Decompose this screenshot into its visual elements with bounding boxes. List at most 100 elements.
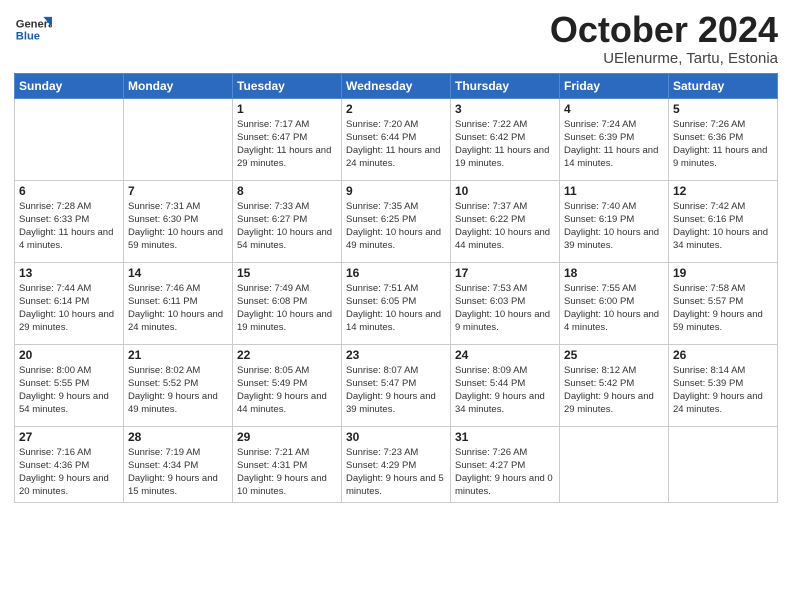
day-info: Sunrise: 7:53 AMSunset: 6:03 PMDaylight:…	[455, 282, 555, 335]
day-info: Sunrise: 7:16 AMSunset: 4:36 PMDaylight:…	[19, 446, 119, 499]
calendar-cell: 9 Sunrise: 7:35 AMSunset: 6:25 PMDaylight…	[342, 180, 451, 262]
day-info: Sunrise: 7:22 AMSunset: 6:42 PMDaylight:…	[455, 118, 555, 171]
day-number: 19	[673, 266, 773, 280]
day-number: 7	[128, 184, 228, 198]
day-number: 1	[237, 102, 337, 116]
day-info: Sunrise: 7:42 AMSunset: 6:16 PMDaylight:…	[673, 200, 773, 253]
weekday-header: Tuesday	[233, 73, 342, 98]
day-info: Sunrise: 7:46 AMSunset: 6:11 PMDaylight:…	[128, 282, 228, 335]
day-number: 29	[237, 430, 337, 444]
calendar-cell: 6 Sunrise: 7:28 AMSunset: 6:33 PMDaylight…	[15, 180, 124, 262]
calendar-cell: 22 Sunrise: 8:05 AMSunset: 5:49 PMDayligh…	[233, 344, 342, 426]
day-info: Sunrise: 7:37 AMSunset: 6:22 PMDaylight:…	[455, 200, 555, 253]
day-info: Sunrise: 7:31 AMSunset: 6:30 PMDaylight:…	[128, 200, 228, 253]
calendar-cell: 14 Sunrise: 7:46 AMSunset: 6:11 PMDayligh…	[124, 262, 233, 344]
day-number: 10	[455, 184, 555, 198]
calendar-cell: 8 Sunrise: 7:33 AMSunset: 6:27 PMDaylight…	[233, 180, 342, 262]
weekday-header: Thursday	[451, 73, 560, 98]
day-info: Sunrise: 8:02 AMSunset: 5:52 PMDaylight:…	[128, 364, 228, 417]
calendar-cell: 29 Sunrise: 7:21 AMSunset: 4:31 PMDayligh…	[233, 426, 342, 502]
calendar-cell: 2Sunrise: 7:20 AMSunset: 6:44 PMDaylight…	[342, 98, 451, 180]
weekday-header: Monday	[124, 73, 233, 98]
weekday-header: Saturday	[669, 73, 778, 98]
week-row: 20 Sunrise: 8:00 AMSunset: 5:55 PMDayligh…	[15, 344, 778, 426]
day-info: Sunrise: 7:49 AMSunset: 6:08 PMDaylight:…	[237, 282, 337, 335]
day-info: Sunrise: 7:58 AMSunset: 5:57 PMDaylight:…	[673, 282, 773, 335]
weekday-header: Friday	[560, 73, 669, 98]
title-block: October 2024 UElenurme, Tartu, Estonia	[550, 10, 778, 67]
day-number: 4	[564, 102, 664, 116]
calendar-cell: 19 Sunrise: 7:58 AMSunset: 5:57 PMDayligh…	[669, 262, 778, 344]
day-number: 27	[19, 430, 119, 444]
calendar-cell: 17 Sunrise: 7:53 AMSunset: 6:03 PMDayligh…	[451, 262, 560, 344]
calendar-cell	[15, 98, 124, 180]
calendar-cell	[669, 426, 778, 502]
calendar-cell: 10 Sunrise: 7:37 AMSunset: 6:22 PMDayligh…	[451, 180, 560, 262]
calendar-cell: 20 Sunrise: 8:00 AMSunset: 5:55 PMDayligh…	[15, 344, 124, 426]
day-number: 9	[346, 184, 446, 198]
day-info: Sunrise: 7:26 AMSunset: 6:36 PMDaylight:…	[673, 118, 773, 171]
day-number: 28	[128, 430, 228, 444]
day-info: Sunrise: 7:19 AMSunset: 4:34 PMDaylight:…	[128, 446, 228, 499]
week-row: 6 Sunrise: 7:28 AMSunset: 6:33 PMDaylight…	[15, 180, 778, 262]
day-info: Sunrise: 7:24 AMSunset: 6:39 PMDaylight:…	[564, 118, 664, 171]
calendar-cell: 31 Sunrise: 7:26 AMSunset: 4:27 PMDayligh…	[451, 426, 560, 502]
calendar-cell: 1 Sunrise: 7:17 AMSunset: 6:47 PMDaylight…	[233, 98, 342, 180]
day-info: Sunrise: 7:35 AMSunset: 6:25 PMDaylight:…	[346, 200, 446, 253]
calendar-table: SundayMondayTuesdayWednesdayThursdayFrid…	[14, 73, 778, 503]
day-info: Sunrise: 7:17 AMSunset: 6:47 PMDaylight:…	[237, 118, 337, 171]
day-number: 16	[346, 266, 446, 280]
calendar-cell: 25Sunrise: 8:12 AMSunset: 5:42 PMDayligh…	[560, 344, 669, 426]
day-number: 11	[564, 184, 664, 198]
day-info: Sunrise: 7:28 AMSunset: 6:33 PMDaylight:…	[19, 200, 119, 253]
day-number: 15	[237, 266, 337, 280]
week-row: 27 Sunrise: 7:16 AMSunset: 4:36 PMDayligh…	[15, 426, 778, 502]
calendar-cell: 16Sunrise: 7:51 AMSunset: 6:05 PMDayligh…	[342, 262, 451, 344]
day-number: 20	[19, 348, 119, 362]
calendar-cell: 28 Sunrise: 7:19 AMSunset: 4:34 PMDayligh…	[124, 426, 233, 502]
calendar-cell	[560, 426, 669, 502]
day-number: 8	[237, 184, 337, 198]
calendar-cell: 18 Sunrise: 7:55 AMSunset: 6:00 PMDayligh…	[560, 262, 669, 344]
day-number: 18	[564, 266, 664, 280]
weekday-header-row: SundayMondayTuesdayWednesdayThursdayFrid…	[15, 73, 778, 98]
day-number: 26	[673, 348, 773, 362]
day-info: Sunrise: 8:12 AMSunset: 5:42 PMDaylight:…	[564, 364, 664, 417]
calendar-cell: 5Sunrise: 7:26 AMSunset: 6:36 PMDaylight…	[669, 98, 778, 180]
day-info: Sunrise: 7:20 AMSunset: 6:44 PMDaylight:…	[346, 118, 446, 171]
day-info: Sunrise: 8:07 AMSunset: 5:47 PMDaylight:…	[346, 364, 446, 417]
day-info: Sunrise: 7:23 AMSunset: 4:29 PMDaylight:…	[346, 446, 446, 499]
day-info: Sunrise: 7:33 AMSunset: 6:27 PMDaylight:…	[237, 200, 337, 253]
day-number: 12	[673, 184, 773, 198]
day-info: Sunrise: 7:55 AMSunset: 6:00 PMDaylight:…	[564, 282, 664, 335]
day-info: Sunrise: 7:26 AMSunset: 4:27 PMDaylight:…	[455, 446, 555, 499]
day-number: 22	[237, 348, 337, 362]
day-number: 24	[455, 348, 555, 362]
calendar-cell: 4 Sunrise: 7:24 AMSunset: 6:39 PMDaylight…	[560, 98, 669, 180]
day-number: 30	[346, 430, 446, 444]
calendar-cell: 7 Sunrise: 7:31 AMSunset: 6:30 PMDaylight…	[124, 180, 233, 262]
calendar-cell: 21 Sunrise: 8:02 AMSunset: 5:52 PMDayligh…	[124, 344, 233, 426]
logo: General Blue	[14, 10, 56, 48]
weekday-header: Wednesday	[342, 73, 451, 98]
svg-text:Blue: Blue	[16, 30, 40, 42]
calendar-cell: 11Sunrise: 7:40 AMSunset: 6:19 PMDayligh…	[560, 180, 669, 262]
day-info: Sunrise: 8:09 AMSunset: 5:44 PMDaylight:…	[455, 364, 555, 417]
calendar-cell: 23 Sunrise: 8:07 AMSunset: 5:47 PMDayligh…	[342, 344, 451, 426]
day-number: 6	[19, 184, 119, 198]
calendar-cell: 24 Sunrise: 8:09 AMSunset: 5:44 PMDayligh…	[451, 344, 560, 426]
day-info: Sunrise: 8:05 AMSunset: 5:49 PMDaylight:…	[237, 364, 337, 417]
day-number: 23	[346, 348, 446, 362]
page: General Blue October 2024 UElenurme, Tar…	[0, 0, 792, 612]
calendar-cell: 30 Sunrise: 7:23 AMSunset: 4:29 PMDayligh…	[342, 426, 451, 502]
day-info: Sunrise: 8:00 AMSunset: 5:55 PMDaylight:…	[19, 364, 119, 417]
day-number: 17	[455, 266, 555, 280]
day-number: 21	[128, 348, 228, 362]
calendar-cell: 13Sunrise: 7:44 AMSunset: 6:14 PMDayligh…	[15, 262, 124, 344]
day-number: 31	[455, 430, 555, 444]
day-number: 14	[128, 266, 228, 280]
weekday-header: Sunday	[15, 73, 124, 98]
day-info: Sunrise: 7:21 AMSunset: 4:31 PMDaylight:…	[237, 446, 337, 499]
calendar-cell: 15 Sunrise: 7:49 AMSunset: 6:08 PMDayligh…	[233, 262, 342, 344]
calendar-title: October 2024	[550, 10, 778, 50]
